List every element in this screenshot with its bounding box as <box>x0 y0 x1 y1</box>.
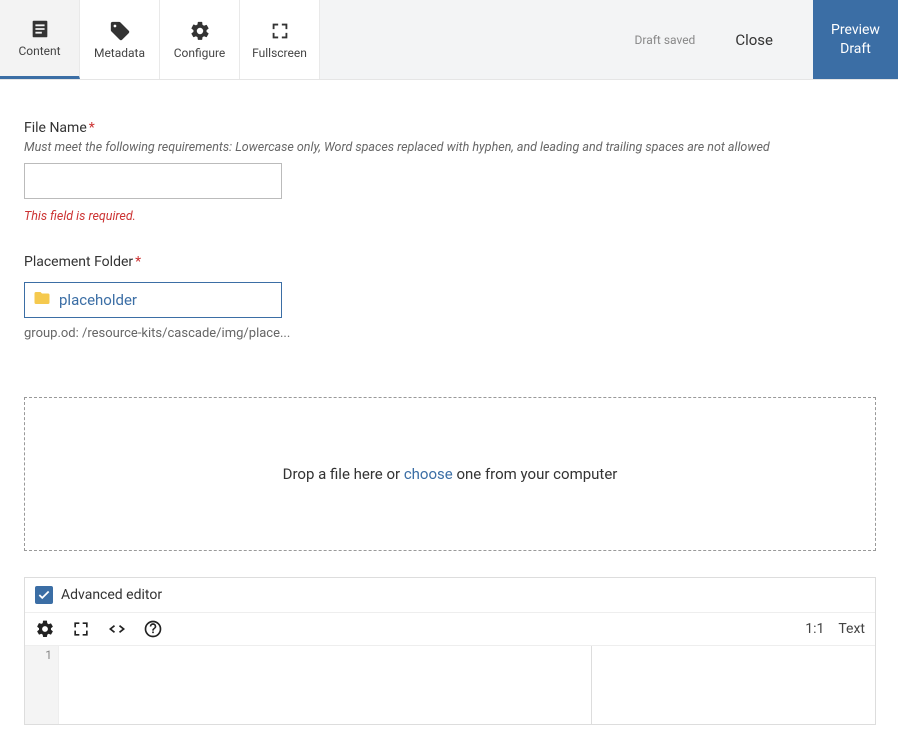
file-dropzone[interactable]: Drop a file here or choose one from your… <box>24 397 876 551</box>
top-right-controls: Draft saved Close Preview Draft <box>635 0 898 79</box>
wrap-guide <box>591 646 592 724</box>
placement-value: placeholder <box>59 291 137 309</box>
editor-mode[interactable]: Text <box>838 621 865 637</box>
tab-label: Metadata <box>94 46 145 60</box>
code-icon[interactable] <box>107 619 127 639</box>
draft-saved-status: Draft saved <box>635 33 696 47</box>
help-icon[interactable] <box>143 619 163 639</box>
choose-file-link[interactable]: choose <box>404 465 453 483</box>
tag-icon <box>109 20 131 42</box>
code-editor-area[interactable]: 1 <box>25 646 875 724</box>
code-column[interactable] <box>59 646 875 724</box>
advanced-editor-header: Advanced editor <box>25 578 875 613</box>
main-form: File Name* Must meet the following requi… <box>0 80 898 725</box>
placement-folder-picker[interactable]: placeholder <box>24 282 282 318</box>
filename-error: This field is required. <box>24 209 874 224</box>
placement-label: Placement Folder* <box>24 254 874 270</box>
tab-fullscreen[interactable]: Fullscreen <box>240 0 320 79</box>
tab-metadata[interactable]: Metadata <box>80 0 160 79</box>
editor-toolbar: 1:1 Text <box>25 613 875 646</box>
editor-settings-button[interactable] <box>35 619 55 639</box>
dropzone-text-before: Drop a file here or <box>283 465 404 483</box>
tab-content[interactable]: Content <box>0 0 80 79</box>
tab-group: Content Metadata Configure Fullscreen <box>0 0 320 79</box>
close-button[interactable]: Close <box>717 31 791 49</box>
filename-label: File Name* <box>24 120 874 136</box>
dropzone-text-after: one from your computer <box>453 465 618 483</box>
advanced-editor-checkbox[interactable] <box>35 586 53 604</box>
top-tab-bar: Content Metadata Configure Fullscreen Dr… <box>0 0 898 80</box>
required-marker: * <box>89 120 95 136</box>
placement-path: group.od: /resource-kits/cascade/img/pla… <box>24 326 874 341</box>
gear-icon <box>189 20 211 42</box>
filename-hint: Must meet the following requirements: Lo… <box>24 140 874 155</box>
cursor-position: 1:1 <box>805 621 824 637</box>
tab-label: Content <box>18 44 60 58</box>
preview-line: Preview <box>831 22 880 38</box>
preview-draft-button[interactable]: Preview Draft <box>813 0 898 79</box>
fullscreen-icon <box>269 20 291 42</box>
tab-configure[interactable]: Configure <box>160 0 240 79</box>
required-marker: * <box>135 254 141 270</box>
content-icon <box>29 18 51 40</box>
editor-fullscreen-button[interactable] <box>71 619 91 639</box>
advanced-editor-title: Advanced editor <box>61 587 162 603</box>
filename-input[interactable] <box>24 163 282 199</box>
line-number: 1 <box>25 648 52 662</box>
tab-label: Fullscreen <box>252 46 307 60</box>
tab-label: Configure <box>174 46 226 60</box>
advanced-editor: Advanced editor 1:1 Text 1 <box>24 577 876 725</box>
folder-icon <box>33 289 51 311</box>
line-gutter: 1 <box>25 646 59 724</box>
preview-line: Draft <box>840 41 871 57</box>
